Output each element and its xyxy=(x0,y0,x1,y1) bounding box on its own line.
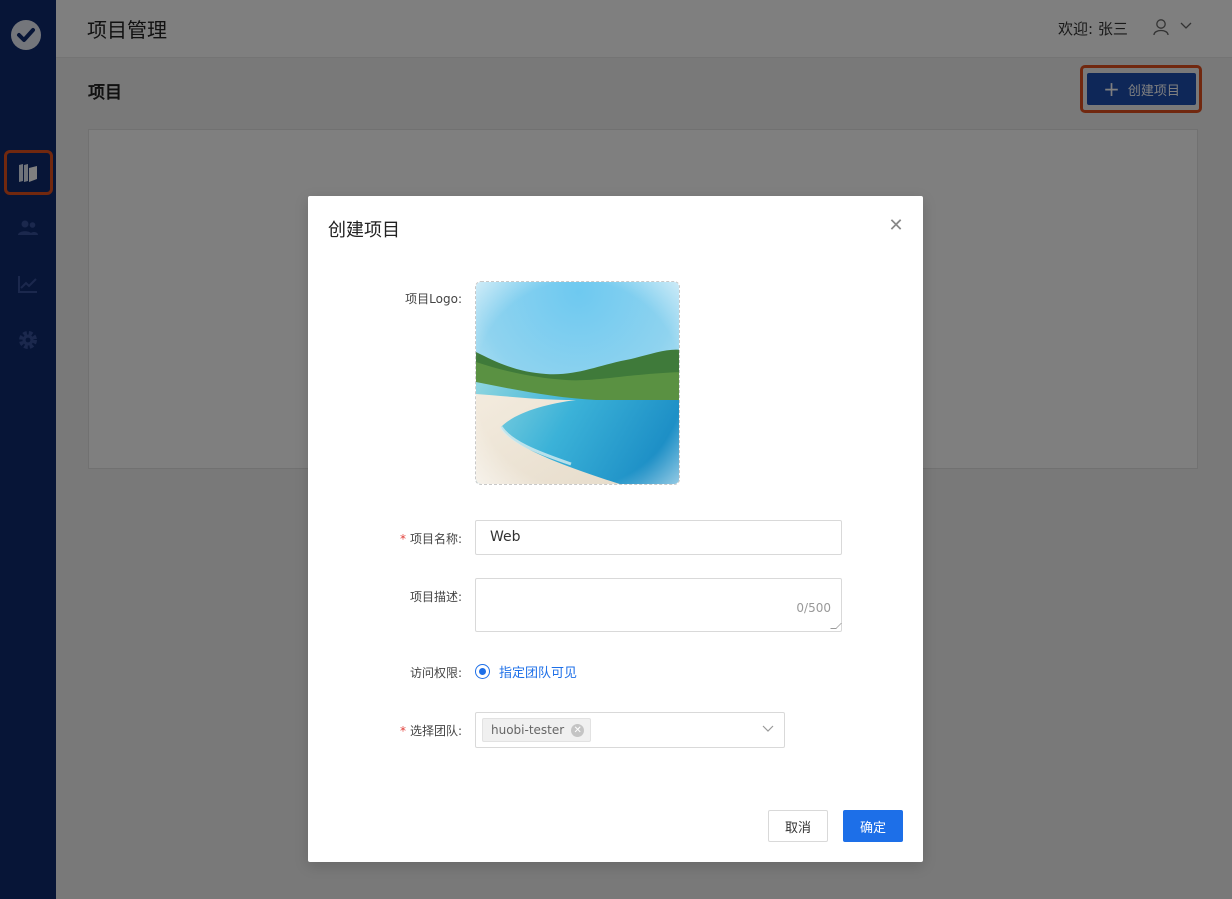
name-label-text: 项目名称: xyxy=(409,532,462,546)
beach-image xyxy=(476,282,679,484)
logo-upload[interactable] xyxy=(475,281,680,485)
resize-handle-icon[interactable] xyxy=(830,623,842,629)
desc-label: 项目描述: xyxy=(409,590,462,604)
team-label: * 选择团队: xyxy=(342,722,462,739)
team-tag-label: huobi-tester xyxy=(491,723,565,737)
required-mark: * xyxy=(399,724,406,738)
confirm-button[interactable]: 确定 xyxy=(843,810,903,842)
desc-counter: 0/500 xyxy=(796,601,831,615)
cancel-button[interactable]: 取消 xyxy=(768,810,828,842)
radio-dot xyxy=(479,668,486,675)
modal-title: 创建项目 xyxy=(328,220,400,241)
name-label: * 项目名称: xyxy=(342,530,462,547)
close-icon[interactable]: ✕ xyxy=(886,216,906,236)
team-select[interactable]: huobi-tester ✕ xyxy=(475,712,785,748)
tag-close-icon[interactable]: ✕ xyxy=(571,723,585,737)
logo-label: 项目Logo: xyxy=(405,292,462,306)
radio-button[interactable] xyxy=(475,664,490,679)
access-label: 访问权限: xyxy=(409,666,462,680)
team-label-text: 选择团队: xyxy=(409,724,462,738)
access-option-label[interactable]: 指定团队可见 xyxy=(499,662,577,681)
team-tag: huobi-tester ✕ xyxy=(482,718,592,742)
access-radio-option[interactable]: 指定团队可见 xyxy=(475,662,577,681)
project-desc-textarea[interactable]: 0/500 xyxy=(475,578,842,632)
required-mark: * xyxy=(399,532,406,546)
chevron-down-icon[interactable] xyxy=(762,725,774,733)
create-project-modal: 创建项目 ✕ 项目Logo: * 项目名称: Web 项目描述: 0/500 访… xyxy=(308,196,923,862)
project-name-input[interactable]: Web xyxy=(475,520,842,555)
